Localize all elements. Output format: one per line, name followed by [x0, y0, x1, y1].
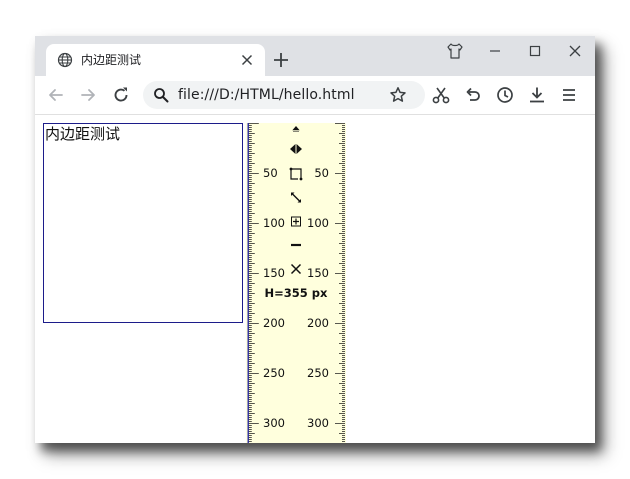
browser-tab[interactable]: 内边距测试	[46, 44, 265, 76]
ruler-label-left: 250	[263, 366, 285, 380]
history-icon[interactable]	[495, 85, 515, 105]
address-bar[interactable]: file:///D:/HTML/hello.html	[143, 81, 425, 109]
search-icon	[154, 88, 169, 103]
tab-title: 内边距测试	[81, 53, 142, 67]
undo-icon[interactable]	[463, 85, 483, 105]
page-ruler-overlay[interactable]: 50 50 100 100 150 150 200 200 250 250 300 300	[246, 123, 346, 443]
maximize-icon[interactable]	[526, 42, 544, 60]
back-arrow-icon[interactable]	[46, 85, 66, 105]
ruler-label-right: 100	[307, 216, 329, 230]
ruler-label-left: 100	[263, 216, 285, 230]
ruler-background	[246, 123, 346, 443]
browser-window: 内边距测试 file:///D:/HTML/hello.html 内边距测试 5…	[35, 36, 595, 443]
url-text[interactable]: file:///D:/HTML/hello.html	[178, 87, 355, 103]
star-icon[interactable]	[389, 86, 407, 104]
ruler-label-right: 300	[307, 416, 329, 430]
ruler-label-right: 200	[307, 316, 329, 330]
ruler-height-readout: H=355 px	[265, 286, 329, 300]
forward-arrow-icon[interactable]	[78, 85, 98, 105]
minimize-icon[interactable]	[486, 42, 504, 60]
padding-demo-text: 内边距测试	[45, 125, 121, 143]
ruler-label-left: 50	[263, 166, 278, 180]
ruler-label-left: 300	[263, 416, 285, 430]
menu-icon[interactable]	[559, 85, 579, 105]
globe-icon	[57, 52, 73, 68]
reload-icon[interactable]	[111, 85, 131, 105]
padding-demo-box: 内边距测试	[43, 123, 243, 323]
tab-close-icon[interactable]	[241, 54, 253, 66]
ruler-label-right: 50	[314, 166, 329, 180]
scissors-icon[interactable]	[431, 85, 451, 105]
ruler-label-left: 200	[263, 316, 285, 330]
ruler-label-left: 150	[263, 266, 285, 280]
new-tab-icon[interactable]	[273, 52, 289, 68]
ruler-label-right: 150	[307, 266, 329, 280]
shirt-icon[interactable]	[446, 42, 464, 60]
close-window-icon[interactable]	[566, 42, 584, 60]
browser-toolbar: file:///D:/HTML/hello.html	[35, 76, 595, 115]
title-bar: 内边距测试	[35, 36, 595, 76]
ruler-label-right: 250	[307, 366, 329, 380]
page-content: 内边距测试 50 50 100 100 150 150 200 200 250 250 300 300	[35, 115, 595, 443]
download-icon[interactable]	[527, 85, 547, 105]
